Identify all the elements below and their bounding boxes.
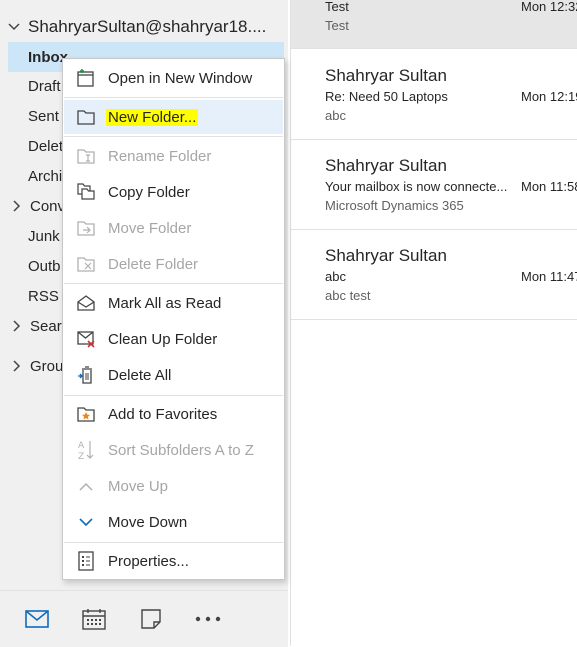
menu-delete-all[interactable]: Delete All <box>64 358 283 392</box>
menu-item-label: Mark All as Read <box>108 294 222 312</box>
chevron-down-icon <box>64 517 108 527</box>
svg-text:A: A <box>78 441 85 451</box>
menu-item-label: Sort Subfolders A to Z <box>108 441 254 459</box>
message-preview: Test <box>325 18 349 33</box>
notes-icon[interactable] <box>122 597 179 641</box>
favorites-icon <box>64 405 108 423</box>
svg-text:Z: Z <box>78 452 84 461</box>
menu-delete-folder[interactable]: Delete Folder <box>64 247 283 281</box>
menu-new-folder[interactable]: New Folder... <box>64 100 283 134</box>
message-subject: abc <box>325 269 346 284</box>
folder-label: Junk <box>28 227 60 245</box>
menu-open-in-new-window[interactable]: Open in New Window <box>64 61 283 95</box>
menu-copy-folder[interactable]: Copy Folder <box>64 175 283 209</box>
menu-move-down[interactable]: Move Down <box>64 505 283 539</box>
menu-item-label: Move Down <box>108 513 188 531</box>
menu-item-label: New Folder... <box>106 108 199 126</box>
menu-sort-subfolders[interactable]: AZ Sort Subfolders A to Z <box>64 433 283 467</box>
mail-icon[interactable] <box>8 597 65 641</box>
message-list: Test Mon 12:32 Test Shahryar Sultan Re: … <box>290 0 577 646</box>
sort-az-icon: AZ <box>64 439 108 461</box>
folder-label: Archi <box>28 167 63 185</box>
calendar-icon[interactable] <box>65 597 122 641</box>
menu-clean-up-folder[interactable]: Clean Up Folder <box>64 322 283 356</box>
copy-folder-icon <box>64 182 108 202</box>
message-time: Mon 11:47 <box>521 269 577 284</box>
message-subject: Test <box>325 0 349 14</box>
menu-separator <box>64 542 283 543</box>
message-sender: Shahryar Sultan <box>325 156 447 175</box>
message-item[interactable]: Shahryar Sultan Re: Need 50 Laptops Mon … <box>291 49 577 140</box>
message-subject: Your mailbox is now connecte... <box>325 179 508 194</box>
bottom-navigation <box>0 590 288 647</box>
folder-context-menu: Open in New Window New Folder... Rename … <box>62 58 285 580</box>
menu-separator <box>64 283 283 284</box>
message-preview: Microsoft Dynamics 365 <box>325 198 464 213</box>
delete-folder-icon <box>64 255 108 273</box>
message-preview: abc <box>325 108 346 123</box>
menu-item-label: Delete All <box>108 366 172 384</box>
folder-label: Outb <box>28 257 61 275</box>
menu-item-label: Clean Up Folder <box>108 330 218 348</box>
delete-all-icon <box>64 365 108 385</box>
folder-label: Draft <box>28 77 61 95</box>
folder-label: Conv <box>30 197 66 215</box>
chevron-up-icon <box>64 482 108 491</box>
menu-item-label: Open in New Window <box>108 69 253 87</box>
menu-move-up[interactable]: Move Up <box>64 469 283 503</box>
menu-separator <box>64 395 283 396</box>
account-name: ShahryarSultan@shahryar18.... <box>28 17 267 36</box>
open-window-icon <box>64 68 108 88</box>
menu-rename-folder[interactable]: Rename Folder <box>64 139 283 173</box>
account-header[interactable]: ShahryarSultan@shahryar18.... <box>0 12 288 42</box>
message-time: Mon 12:32 <box>521 0 577 14</box>
chevron-down-icon[interactable] <box>0 23 28 31</box>
more-icon[interactable] <box>179 597 236 641</box>
menu-item-label: Move Folder <box>108 219 192 237</box>
menu-separator <box>64 97 283 98</box>
message-item[interactable]: Test Mon 12:32 Test <box>291 0 577 49</box>
folder-label: Inbox <box>28 48 68 66</box>
message-sender: Shahryar Sultan <box>325 246 447 265</box>
message-item[interactable]: Shahryar Sultan Your mailbox is now conn… <box>291 140 577 230</box>
menu-item-label: Copy Folder <box>108 183 190 201</box>
message-time: Mon 11:58 <box>521 179 577 194</box>
folder-label: Grou <box>30 357 64 375</box>
mark-read-icon <box>64 294 108 312</box>
new-folder-icon <box>64 108 108 126</box>
message-time: Mon 12:19 <box>521 89 577 104</box>
rename-folder-icon <box>64 147 108 165</box>
message-item[interactable]: Shahryar Sultan abc Mon 11:47 abc test <box>291 230 577 320</box>
menu-move-folder[interactable]: Move Folder <box>64 211 283 245</box>
move-folder-icon <box>64 219 108 237</box>
message-sender: Shahryar Sultan <box>325 66 447 85</box>
folder-label: Delet <box>28 137 64 155</box>
menu-item-label: Move Up <box>108 477 169 495</box>
properties-icon <box>64 551 108 571</box>
menu-item-label: Rename Folder <box>108 147 212 165</box>
menu-item-label: Delete Folder <box>108 255 199 273</box>
chevron-right-icon[interactable] <box>10 320 24 332</box>
clean-up-icon <box>64 330 108 348</box>
message-preview: abc test <box>325 288 371 303</box>
menu-add-to-favorites[interactable]: Add to Favorites <box>64 397 283 431</box>
menu-mark-all-as-read[interactable]: Mark All as Read <box>64 286 283 320</box>
chevron-right-icon[interactable] <box>10 200 24 212</box>
chevron-right-icon[interactable] <box>10 360 24 372</box>
menu-item-label: Add to Favorites <box>108 405 218 423</box>
menu-separator <box>64 136 283 137</box>
folder-label: Sent <box>28 107 59 125</box>
menu-properties[interactable]: Properties... <box>64 544 283 578</box>
message-subject: Re: Need 50 Laptops <box>325 89 448 104</box>
menu-item-label: Properties... <box>108 552 189 570</box>
